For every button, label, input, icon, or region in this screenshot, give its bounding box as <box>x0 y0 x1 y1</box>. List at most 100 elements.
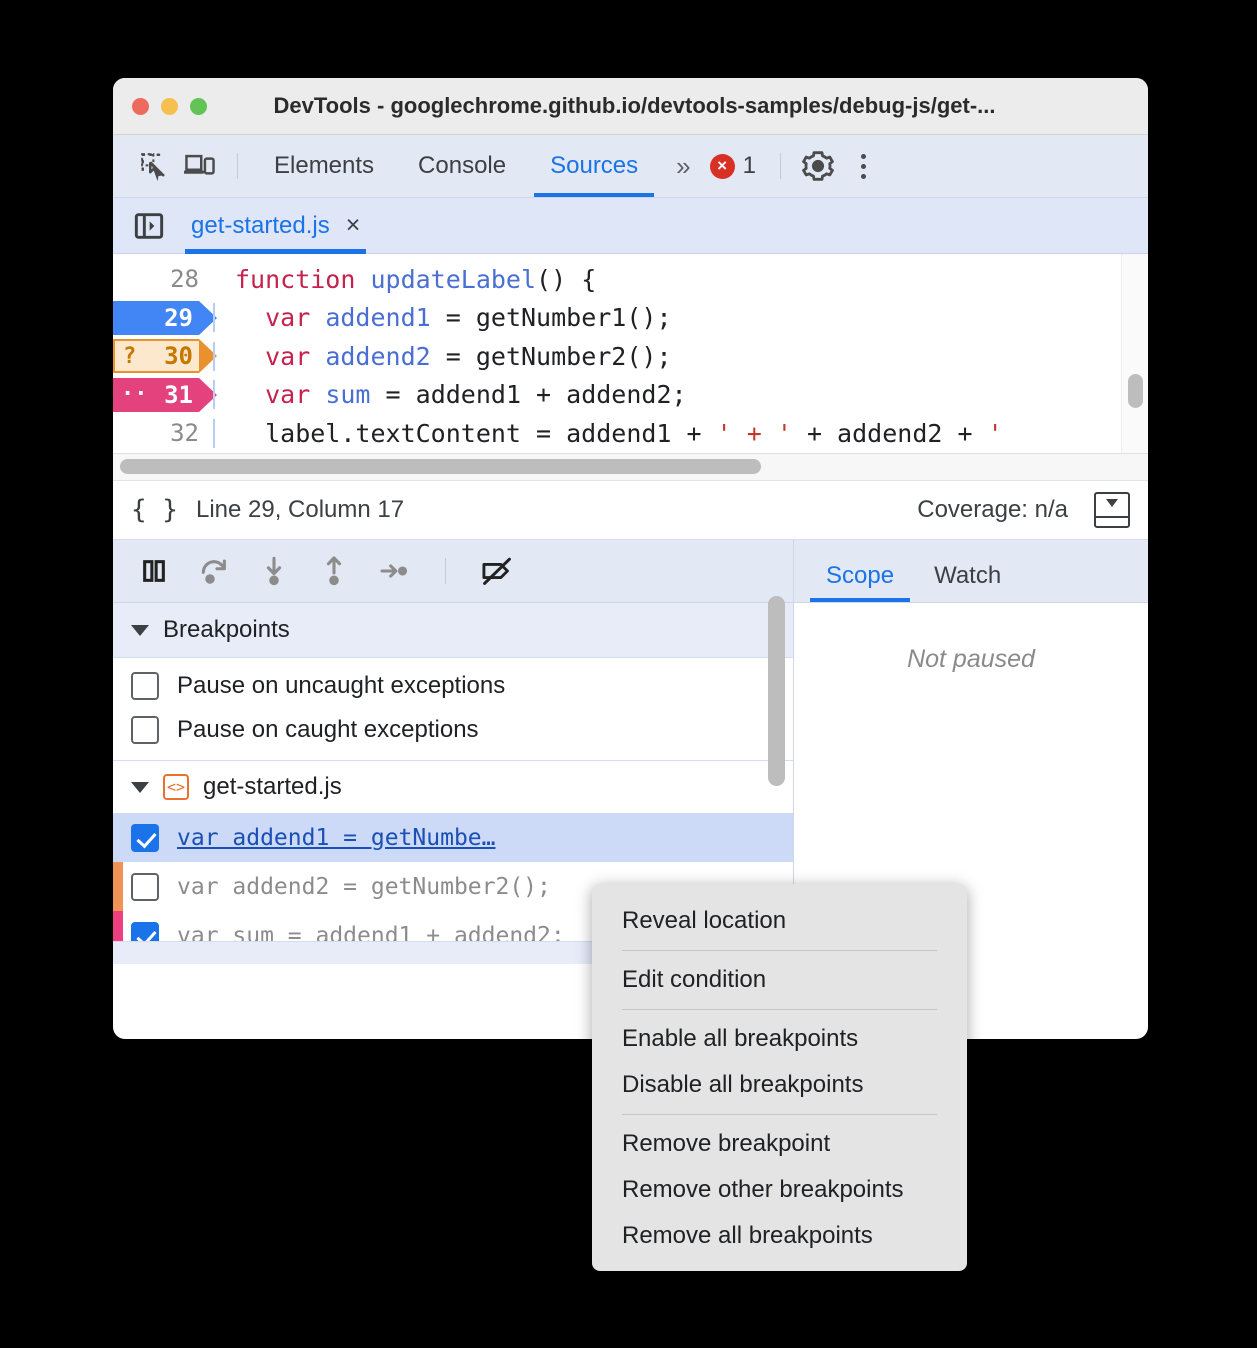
tab-watch[interactable]: Watch <box>914 562 1021 602</box>
context-menu-item-remove-other-breakpoints[interactable]: Remove other breakpoints <box>592 1167 967 1213</box>
breakpoint-marker-body: ·· 31 <box>113 377 199 412</box>
breakpoint-row-1[interactable]: var addend1 = getNumbe… <box>113 813 793 862</box>
kebab-menu-icon[interactable] <box>841 143 887 189</box>
code-line-30: ? 30 var addend2 = getNumber2(); <box>113 337 1148 376</box>
scope-empty-message: Not paused <box>907 645 1035 673</box>
show-drawer-icon[interactable] <box>1094 492 1130 528</box>
code-text: var sum = addend1 + addend2; <box>213 380 1148 410</box>
indent-guide <box>213 341 215 371</box>
code-text: label.textContent = addend1 + ' + ' + ad… <box>213 418 1148 448</box>
tab-console-label: Console <box>418 152 507 179</box>
tab-watch-label: Watch <box>934 562 1002 589</box>
token-plain-2: + addend2 + <box>791 418 988 448</box>
context-menu-item-enable-all-breakpoints[interactable]: Enable all breakpoints <box>592 1016 967 1062</box>
code-editor[interactable]: 28 function updateLabel() { 29 var adden… <box>113 254 1148 480</box>
code-text: function updateLabel() { <box>213 265 1148 294</box>
context-menu-item-edit-condition[interactable]: Edit condition <box>592 957 967 1003</box>
conditional-breakpoint-stripe <box>113 862 123 911</box>
pause-on-caught-exceptions-row[interactable]: Pause on caught exceptions <box>113 708 793 752</box>
context-menu-item-remove-all-breakpoints[interactable]: Remove all breakpoints <box>592 1213 967 1259</box>
pause-options: Pause on uncaught exceptions Pause on ca… <box>113 658 793 761</box>
breakpoint-line-number: 31 <box>164 380 193 409</box>
token-keyword: var <box>265 341 326 371</box>
breakpoint-marker-line-29[interactable]: 29 <box>113 300 217 335</box>
token-string: ' + ' <box>716 418 792 448</box>
step-icon[interactable] <box>371 548 417 594</box>
breakpoint-enabled-checkbox[interactable] <box>131 823 159 852</box>
breakpoints-scrollbar-thumb[interactable] <box>768 596 785 786</box>
code-line-28: 28 function updateLabel() { <box>113 260 1148 299</box>
line-number[interactable]: 32 <box>113 419 213 447</box>
breakpoint-context-menu: Reveal location Edit condition Enable al… <box>592 884 967 1271</box>
breakpoints-section-header[interactable]: Breakpoints <box>113 603 793 658</box>
more-tabs-icon[interactable]: » <box>660 151 703 182</box>
code-text: var addend1 = getNumber1(); <box>213 303 1148 333</box>
editor-vertical-scrollbar[interactable] <box>1121 254 1148 454</box>
traffic-lights <box>132 97 207 115</box>
deactivate-breakpoints-icon[interactable] <box>474 548 520 594</box>
token-plain: = addend1 + addend2; <box>370 380 687 410</box>
code-text: var addend2 = getNumber2(); <box>213 341 1148 371</box>
close-icon[interactable]: × <box>346 213 361 238</box>
minimize-window-button[interactable] <box>161 97 178 115</box>
tab-scope[interactable]: Scope <box>806 562 914 602</box>
tab-elements-label: Elements <box>274 152 375 179</box>
error-badge[interactable]: × 1 <box>704 152 766 180</box>
scrollbar-thumb[interactable] <box>1128 374 1143 408</box>
file-tab-get-started-js[interactable]: get-started.js × <box>185 198 367 254</box>
context-menu-item-disable-all-breakpoints[interactable]: Disable all breakpoints <box>592 1062 967 1108</box>
code-line-29: 29 var addend1 = getNumber1(); <box>113 299 1148 338</box>
pause-on-uncaught-exceptions-checkbox[interactable] <box>131 672 159 700</box>
step-out-icon[interactable] <box>311 548 357 594</box>
breakpoint-marker-body: ? 30 <box>113 339 199 373</box>
token-plain: label.textContent = addend1 + <box>235 418 717 448</box>
tab-sources-label: Sources <box>550 152 639 179</box>
logpoint-marker-line-31[interactable]: ·· 31 <box>113 377 217 412</box>
scrollbar-thumb[interactable] <box>120 459 761 474</box>
pause-on-caught-exceptions-checkbox[interactable] <box>131 716 159 744</box>
js-file-icon: <> <box>163 774 189 800</box>
drawer-triangle <box>1106 499 1118 507</box>
error-count: 1 <box>742 152 756 179</box>
step-over-icon[interactable] <box>191 548 237 594</box>
sources-file-tabstrip: get-started.js × <box>113 198 1148 254</box>
token-function: updateLabel <box>370 264 537 294</box>
panel-tabs: Elements Console Sources <box>252 135 660 197</box>
debugger-toolbar-divider <box>445 558 446 584</box>
tab-console[interactable]: Console <box>396 135 528 197</box>
device-toolbar-icon[interactable] <box>177 143 223 189</box>
context-menu-item-remove-breakpoint[interactable]: Remove breakpoint <box>592 1121 967 1167</box>
editor-horizontal-scrollbar[interactable] <box>113 453 1148 480</box>
step-into-icon[interactable] <box>251 548 297 594</box>
token-keyword: var <box>265 380 326 410</box>
maximize-window-button[interactable] <box>190 97 207 115</box>
breakpoint-enabled-checkbox[interactable] <box>131 872 159 901</box>
cursor-position: Line 29, Column 17 <box>195 496 405 523</box>
token-string-2: ' <box>987 418 1003 448</box>
pretty-print-icon[interactable]: { } <box>131 495 178 525</box>
tab-elements[interactable]: Elements <box>252 135 396 197</box>
close-window-button[interactable] <box>132 97 149 115</box>
pause-on-uncaught-exceptions-label: Pause on uncaught exceptions <box>177 672 506 699</box>
breakpoints-section-title: Breakpoints <box>163 616 290 643</box>
token-variable: addend1 <box>325 303 431 333</box>
inspect-element-icon[interactable] <box>131 143 177 189</box>
breakpoint-file-group[interactable]: <> get-started.js <box>113 761 793 813</box>
token-plain: = getNumber1(); <box>430 303 672 333</box>
gear-icon[interactable] <box>795 143 841 189</box>
pause-on-uncaught-exceptions-row[interactable]: Pause on uncaught exceptions <box>113 664 793 708</box>
condition-glyph: ? <box>123 343 137 369</box>
file-tab-label: get-started.js <box>191 211 330 239</box>
breakpoint-code-snippet: var addend1 = getNumbe… <box>177 824 496 851</box>
show-navigator-icon[interactable] <box>133 210 165 242</box>
chevron-down-icon <box>131 781 149 793</box>
resume-script-execution-icon[interactable] <box>131 548 177 594</box>
tab-scope-label: Scope <box>826 562 895 589</box>
line-number[interactable]: 28 <box>113 265 213 293</box>
indent-guide <box>213 380 215 410</box>
tab-sources[interactable]: Sources <box>528 135 660 197</box>
context-menu-item-reveal-location[interactable]: Reveal location <box>592 898 967 944</box>
conditional-breakpoint-marker-line-30[interactable]: ? 30 <box>113 339 217 373</box>
